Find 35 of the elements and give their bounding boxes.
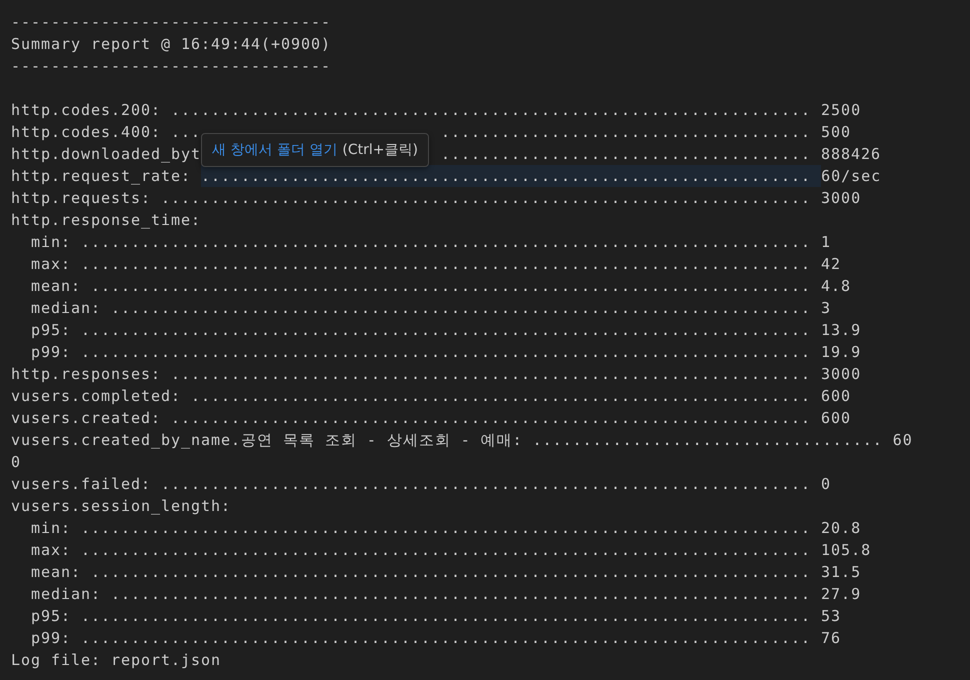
- terminal-line: --------------------------------: [11, 56, 332, 77]
- terminal-line: p99: ......................................................................... 76: [30, 628, 842, 649]
- terminal-line: max: ......................................................................... 42: [30, 254, 842, 275]
- terminal-text: ..................................... 500: [441, 122, 852, 143]
- terminal-line: mean: ........................................................................ 4.8: [30, 276, 852, 297]
- terminal-text: http.codes.400: ...: [11, 122, 202, 143]
- terminal-line: http.requests: ................................................................. 3000: [11, 188, 862, 209]
- terminal-line: max: ......................................................................... 105.8: [30, 540, 872, 561]
- terminal-line: min: ......................................................................... 1: [30, 232, 832, 253]
- terminal-line: p99: ......................................................................... 19.9: [30, 342, 862, 363]
- terminal-line: vusers.created: ................................................................ 600: [11, 408, 852, 429]
- terminal-line: vusers.completed: .............................................................. 600: [11, 386, 852, 407]
- terminal-text: http.request_rate:: [11, 166, 192, 187]
- terminal-line: mean: ........................................................................ 31.5: [30, 562, 862, 583]
- link-text[interactable]: .............................................................: [201, 165, 822, 187]
- tooltip-hint: (Ctrl+클릭): [342, 141, 418, 159]
- terminal-text: ..................................... 888426: [441, 144, 882, 165]
- terminal-line: 0: [11, 452, 22, 473]
- terminal-line: http.codes.200: ................................................................ 2500: [11, 100, 862, 121]
- tooltip-link[interactable]: 새 창에서 폴더 열기: [212, 141, 338, 159]
- terminal-line: min: ......................................................................... 20.8: [30, 518, 862, 539]
- terminal-line: Summary report @ 16:49:44(+0900): [11, 34, 332, 55]
- terminal-line: vusers.session_length:: [11, 496, 232, 517]
- terminal-line: http.responses: ................................................................ 3000: [11, 364, 862, 385]
- terminal-line: p95: ......................................................................... 53: [30, 606, 842, 627]
- terminal-line: vusers.created_by_name.공연 목록 조회 - 상세조회 - 예매: ................................... 60: [11, 430, 913, 451]
- terminal-text: 60/sec: [821, 166, 882, 187]
- terminal-line: median: ...................................................................... 3: [30, 298, 832, 319]
- terminal-line: http.response_time:: [11, 210, 202, 231]
- terminal-text: http.downloaded_byt: [11, 144, 202, 165]
- terminal-line: median: ...................................................................... 27.9: [30, 584, 862, 605]
- terminal-line: p95: ......................................................................... 13.9: [30, 320, 862, 341]
- terminal-line: vusers.failed: ................................................................. 0: [11, 474, 832, 495]
- terminal-line: Log file: report.json: [11, 650, 222, 671]
- terminal-line: --------------------------------: [11, 12, 332, 33]
